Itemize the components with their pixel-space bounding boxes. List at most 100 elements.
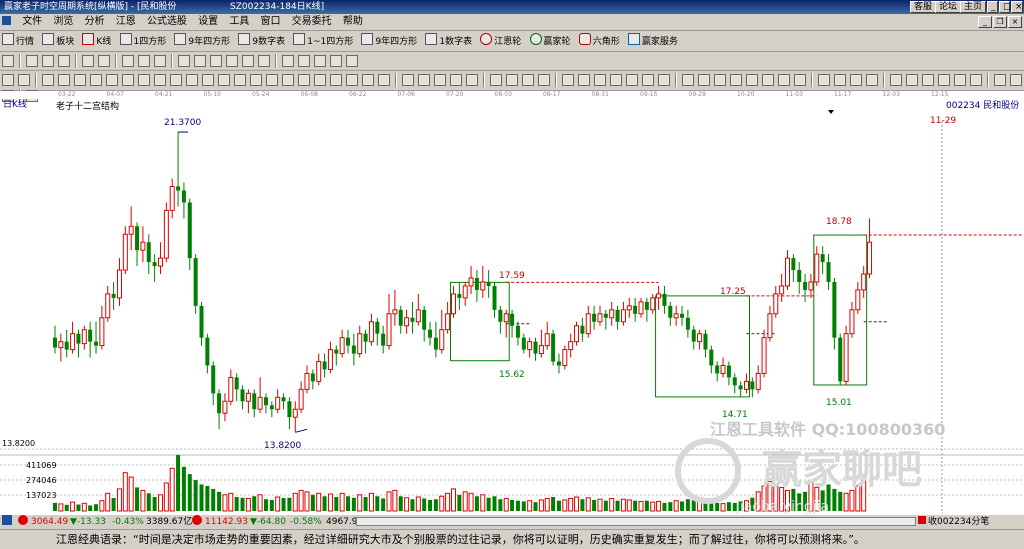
mdi-restore-button[interactable]: ❐ bbox=[993, 16, 1007, 28]
tool-icon[interactable] bbox=[210, 55, 222, 67]
square-of-nine-year-2-button[interactable]: 9年四方形 bbox=[359, 33, 420, 49]
tool-icon[interactable] bbox=[298, 55, 310, 67]
tool-icon[interactable] bbox=[82, 55, 94, 67]
tool-icon[interactable] bbox=[906, 74, 918, 86]
tool-icon[interactable] bbox=[994, 74, 1006, 86]
tool-icon[interactable] bbox=[490, 74, 502, 86]
menu-help[interactable]: 帮助 bbox=[339, 14, 367, 30]
tool-icon[interactable] bbox=[658, 74, 670, 86]
tool-icon[interactable] bbox=[122, 74, 134, 86]
menu-window[interactable]: 窗口 bbox=[257, 14, 285, 30]
tool-icon[interactable] bbox=[834, 74, 846, 86]
tool-icon[interactable] bbox=[226, 55, 238, 67]
maximize-window-button[interactable]: □ bbox=[999, 1, 1012, 13]
tool-icon[interactable] bbox=[170, 74, 182, 86]
number-table-2-button[interactable]: 1数字表 bbox=[423, 33, 475, 49]
menu-settings[interactable]: 设置 bbox=[194, 14, 222, 30]
dropdown-triangle-icon[interactable] bbox=[828, 110, 834, 114]
tool-icon[interactable] bbox=[850, 74, 862, 86]
tool-icon[interactable] bbox=[362, 74, 374, 86]
menu-file[interactable]: 文件 bbox=[18, 14, 46, 30]
kline-chart[interactable]: 日K线 老子十二宫结构 002234 民和股份 11-29 21.3700 13… bbox=[0, 99, 1024, 514]
number-table-button[interactable]: 9数字表 bbox=[236, 33, 288, 49]
menu-trade[interactable]: 交易委托 bbox=[288, 14, 336, 30]
tool-icon[interactable] bbox=[186, 74, 198, 86]
tool-icon[interactable] bbox=[314, 55, 326, 67]
tool-icon[interactable] bbox=[138, 74, 150, 86]
tool-icon[interactable] bbox=[922, 74, 934, 86]
hexagon-button[interactable]: 六角形 bbox=[577, 33, 623, 49]
tool-icon[interactable] bbox=[938, 74, 950, 86]
tool-icon[interactable] bbox=[18, 74, 30, 86]
tool-icon[interactable] bbox=[954, 74, 966, 86]
tool-icon[interactable] bbox=[346, 74, 358, 86]
kline-button[interactable]: K线 bbox=[80, 33, 114, 49]
tool-icon[interactable] bbox=[74, 74, 86, 86]
tool-icon[interactable] bbox=[2, 55, 14, 67]
tool-icon[interactable] bbox=[418, 74, 430, 86]
tool-icon[interactable] bbox=[970, 74, 982, 86]
tool-icon[interactable] bbox=[642, 74, 654, 86]
tool-icon[interactable] bbox=[1010, 74, 1022, 86]
tool-icon[interactable] bbox=[346, 55, 358, 67]
tool-icon[interactable] bbox=[866, 74, 878, 86]
tool-icon[interactable] bbox=[138, 55, 150, 67]
tool-icon[interactable] bbox=[562, 74, 574, 86]
horizontal-scrollbar[interactable] bbox=[356, 517, 916, 526]
square-of-nine-year-button[interactable]: 9年四方形 bbox=[172, 33, 233, 49]
sector-button[interactable]: 板块 bbox=[40, 33, 77, 49]
tool-icon[interactable] bbox=[746, 74, 758, 86]
menu-formula[interactable]: 公式选股 bbox=[143, 14, 191, 30]
tool-icon[interactable] bbox=[890, 74, 902, 86]
tool-icon[interactable] bbox=[298, 74, 310, 86]
tool-icon[interactable] bbox=[282, 55, 294, 67]
tool-icon[interactable] bbox=[818, 74, 830, 86]
menu-analysis[interactable]: 分析 bbox=[81, 14, 109, 30]
tool-icon[interactable] bbox=[154, 55, 166, 67]
minimize-window-button[interactable]: _ bbox=[987, 1, 998, 13]
tool-icon[interactable] bbox=[594, 74, 606, 86]
quotes-button[interactable]: 行情 bbox=[0, 33, 37, 49]
tool-icon[interactable] bbox=[378, 74, 390, 86]
tool-icon[interactable] bbox=[794, 74, 806, 86]
tool-icon[interactable] bbox=[698, 74, 710, 86]
tool-icon[interactable] bbox=[202, 74, 214, 86]
menu-browse[interactable]: 浏览 bbox=[49, 14, 77, 30]
tool-icon[interactable] bbox=[26, 55, 38, 67]
square-of-four-button[interactable]: 1四方形 bbox=[118, 33, 170, 49]
tool-icon[interactable] bbox=[98, 55, 110, 67]
tool-icon[interactable] bbox=[42, 55, 54, 67]
tool-icon[interactable] bbox=[506, 74, 518, 86]
tool-icon[interactable] bbox=[178, 55, 190, 67]
tool-icon[interactable] bbox=[762, 74, 774, 86]
tool-icon[interactable] bbox=[730, 74, 742, 86]
tool-icon[interactable] bbox=[578, 74, 590, 86]
winner-service-button[interactable]: 赢家服务 bbox=[626, 33, 681, 49]
tool-icon[interactable] bbox=[90, 74, 102, 86]
gann-wheel-button[interactable]: 江恩轮 bbox=[478, 33, 524, 49]
app-menu-icon[interactable] bbox=[0, 14, 15, 30]
tool-icon[interactable] bbox=[258, 55, 270, 67]
tool-icon[interactable] bbox=[266, 74, 278, 86]
tool-icon[interactable] bbox=[282, 74, 294, 86]
tool-icon[interactable] bbox=[778, 74, 790, 86]
tool-icon[interactable] bbox=[234, 74, 246, 86]
tool-icon[interactable] bbox=[402, 74, 414, 86]
tool-icon[interactable] bbox=[106, 74, 118, 86]
menu-tools[interactable]: 工具 bbox=[225, 14, 253, 30]
tool-icon[interactable] bbox=[466, 74, 478, 86]
sh-index-icon[interactable] bbox=[2, 515, 12, 529]
forum-button[interactable]: 论坛 bbox=[935, 1, 962, 13]
tool-icon[interactable] bbox=[122, 55, 134, 67]
tool-icon[interactable] bbox=[330, 55, 342, 67]
tool-icon[interactable] bbox=[450, 74, 462, 86]
tool-icon[interactable] bbox=[330, 74, 342, 86]
tool-icon[interactable] bbox=[154, 74, 166, 86]
tick-detail-label[interactable]: 收002234分笔 bbox=[928, 515, 989, 529]
winner-wheel-button[interactable]: 赢家轮 bbox=[528, 33, 574, 49]
homepage-button[interactable]: 主页 bbox=[960, 1, 987, 13]
tool-icon[interactable] bbox=[2, 74, 14, 86]
tool-icon[interactable] bbox=[218, 74, 230, 86]
tool-icon[interactable] bbox=[714, 74, 726, 86]
tool-icon[interactable] bbox=[682, 74, 694, 86]
